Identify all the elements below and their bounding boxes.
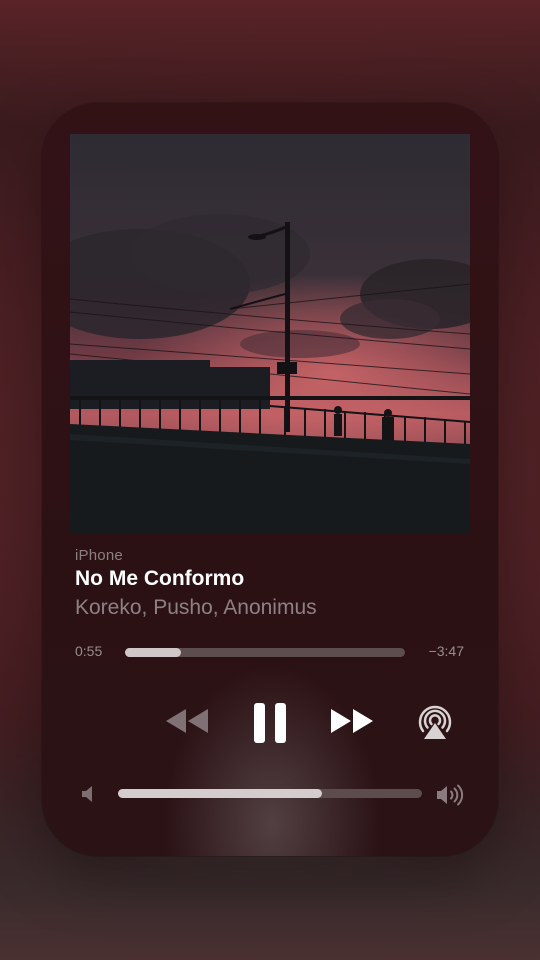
volume-slider[interactable] [118, 789, 422, 798]
track-title[interactable]: No Me Conformo [75, 567, 244, 591]
track-artists[interactable]: Koreko, Pusho, Anonimus [75, 596, 317, 620]
now-playing-card: iPhone No Me Conformo Koreko, Pusho, Ano… [42, 103, 498, 856]
playback-progress-fill [125, 648, 181, 657]
rewind-button[interactable] [164, 707, 210, 740]
speaker-high-icon [437, 784, 464, 806]
fast-forward-icon [331, 709, 373, 733]
pause-button[interactable] [252, 701, 288, 750]
volume-up-button[interactable] [435, 783, 467, 812]
pause-icon [254, 703, 286, 743]
artwork-image [70, 134, 470, 534]
remaining-time: −3:47 [428, 643, 464, 659]
airplay-button[interactable] [415, 703, 455, 748]
volume-slider-fill [118, 789, 322, 798]
rewind-icon [166, 709, 208, 733]
volume-down-button[interactable] [80, 784, 96, 809]
airplay-icon [418, 705, 452, 739]
elapsed-time: 0:55 [75, 643, 103, 659]
card-glow [162, 663, 382, 856]
speaker-low-icon [82, 786, 92, 802]
output-device-label: iPhone [75, 547, 123, 564]
fast-forward-button[interactable] [329, 707, 375, 740]
playback-progress-bar[interactable] [125, 648, 405, 657]
album-artwork[interactable] [70, 134, 470, 534]
